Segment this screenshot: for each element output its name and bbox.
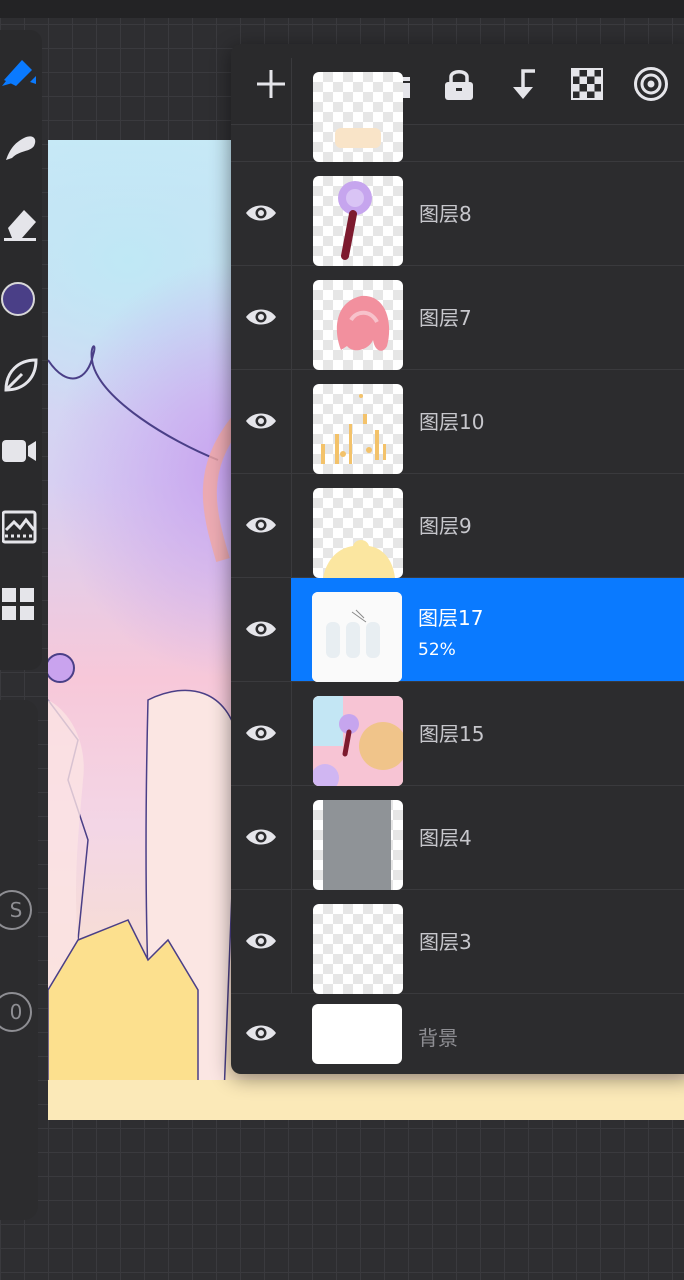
layer-row[interactable]: 图层10 [231,370,684,474]
layer-name: 图层7 [419,306,472,330]
layer-row[interactable]: 图层3 [231,890,684,994]
status-bar [0,0,684,18]
layer-thumbnail [313,176,403,266]
color-swatch[interactable] [1,282,35,316]
brush-opacity-button[interactable]: 0 [0,992,32,1032]
layer-thumbnail [312,592,402,682]
layer-row-body[interactable]: 图层3 [291,890,684,994]
layer-name: 背景 [418,1026,458,1050]
brush-settings-sidebar: S 0 [0,700,38,1220]
layer-name: 图层3 [419,930,472,954]
layer-row-background[interactable]: 背景 [231,994,684,1074]
eye-icon[interactable] [243,198,279,228]
layer-row-body[interactable]: 背景 [291,994,684,1074]
brush-opacity-label: 0 [9,1000,23,1024]
layer-thumbnail [313,904,403,994]
layer-thumbnail [313,696,403,786]
smudge-icon[interactable] [0,126,42,168]
layer-thumbnail [313,72,403,162]
layer-name: 图层10 [419,410,485,434]
gallery-icon[interactable] [0,582,42,624]
layer-row-body[interactable]: 图层10 [291,370,684,474]
layer-thumbnail [313,800,403,890]
layer-row-body[interactable]: 图层15 [291,682,684,786]
layer-row[interactable]: 图层4 [231,786,684,890]
eye-icon[interactable] [243,1018,279,1048]
layer-row-body[interactable]: 图层4 [291,786,684,890]
eye-icon[interactable] [243,510,279,540]
layer-thumbnail [313,384,403,474]
video-icon[interactable] [0,430,42,472]
eye-icon[interactable] [243,926,279,956]
eye-icon[interactable] [243,718,279,748]
layer-row[interactable]: 图层7 [231,266,684,370]
layer-name: 图层9 [419,514,472,538]
layer-row[interactable]: 图层8 [231,162,684,266]
eye-icon[interactable] [243,822,279,852]
layer-row-body[interactable]: 图层8 [291,162,684,266]
tool-sidebar [0,30,42,670]
eye-icon[interactable] [243,614,279,644]
layer-thumbnail [312,1004,402,1064]
layer-row-body[interactable]: 图层7 [291,266,684,370]
layer-row-selected[interactable]: 图层17 52% [231,578,684,682]
layer-opacity: 52% [418,640,456,660]
color-picker[interactable] [0,278,42,320]
layer-row-body[interactable]: 图层17 52% [291,578,684,682]
eraser-icon[interactable] [0,202,42,244]
layer-row-body[interactable] [291,58,684,162]
leaf-icon[interactable] [0,354,42,396]
layer-name: 图层4 [419,826,472,850]
layer-thumbnail [313,280,403,370]
layer-row-body[interactable]: 图层9 [291,474,684,578]
eye-icon[interactable] [243,302,279,332]
layer-name: 图层8 [419,202,472,226]
brush-size-button[interactable]: S [0,890,32,930]
layer-thumbnail [313,488,403,578]
adjust-icon[interactable] [0,506,42,548]
pen-tool-icon[interactable] [0,50,42,92]
brush-size-label: S [9,898,23,922]
layer-name: 图层15 [419,722,485,746]
layer-name: 图层17 [418,606,484,630]
layers-panel: 图层8 图层7 图层10 图层9 图层17 52% 图层15 图层4 图层3 背… [231,44,684,1074]
layer-row[interactable] [231,58,684,162]
layer-row[interactable]: 图层9 [231,474,684,578]
eye-icon[interactable] [243,406,279,436]
layer-row[interactable]: 图层15 [231,682,684,786]
